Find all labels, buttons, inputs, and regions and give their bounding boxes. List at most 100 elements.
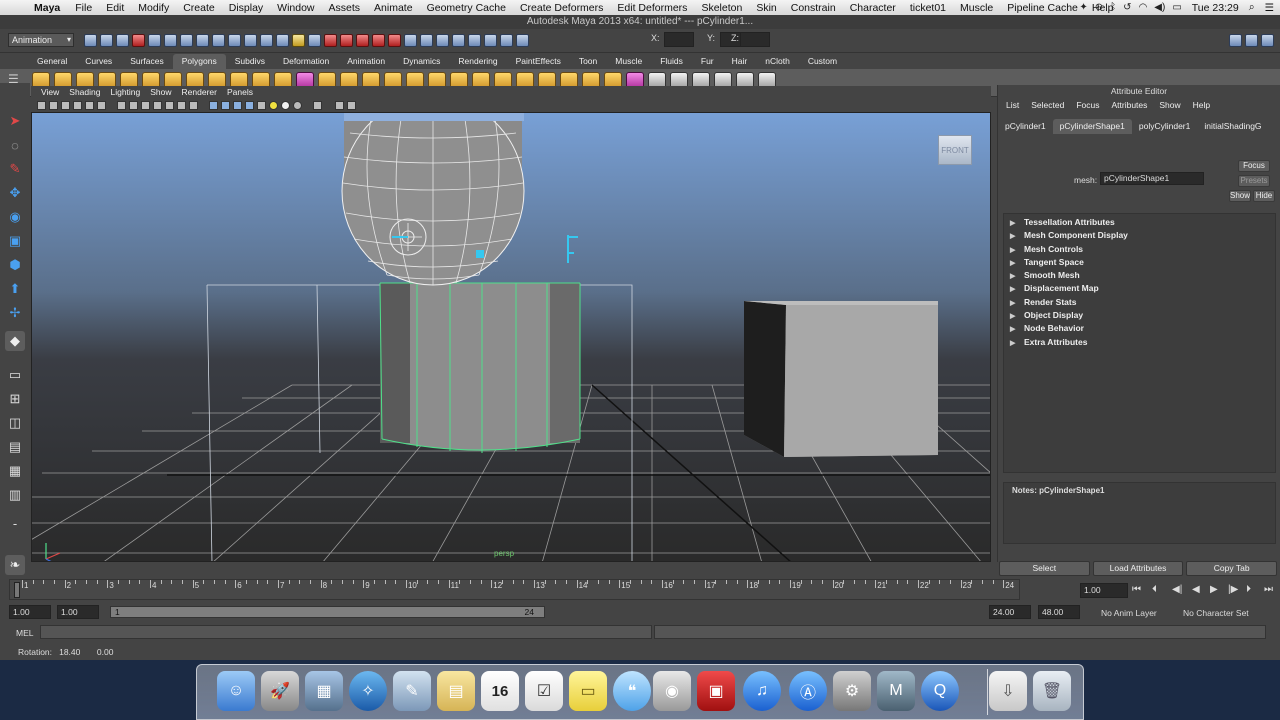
layout-options-icon[interactable]: - (5, 513, 25, 533)
hypershade-layout-icon[interactable]: ▦ (5, 461, 25, 481)
photo-browser-icon[interactable]: ▦ (305, 671, 343, 711)
menu-geometry-cache[interactable]: Geometry Cache (420, 2, 513, 14)
wireframe-icon[interactable] (209, 101, 218, 110)
smooth-shade-icon[interactable] (221, 101, 230, 110)
toggle-tool-settings-icon[interactable] (1245, 34, 1258, 47)
image-plane-icon[interactable] (85, 101, 94, 110)
shelf-tab-curves[interactable]: Curves (76, 54, 121, 69)
make-live-icon[interactable] (388, 34, 401, 47)
x-ray-joints-icon[interactable] (347, 101, 356, 110)
go-to-start-icon[interactable]: ⏮ (1132, 584, 1141, 595)
copy-tab-button[interactable]: Copy Tab (1186, 561, 1278, 576)
notes-area[interactable]: Notes: pCylinderShape1 (1003, 482, 1276, 544)
go-to-end-icon[interactable]: ⏭ (1264, 584, 1273, 595)
menu-animate[interactable]: Animate (367, 2, 420, 14)
messages-icon[interactable]: ❝ (613, 671, 651, 711)
mask-surfaces-icon[interactable] (228, 34, 241, 47)
panel-menu-panels[interactable]: Panels (222, 86, 258, 99)
save-scene-icon[interactable] (116, 34, 129, 47)
lasso-tool-icon[interactable]: ◌ (5, 135, 25, 155)
presets-button[interactable]: Presets (1238, 175, 1270, 187)
launchpad-icon[interactable]: 🚀 (261, 671, 299, 711)
system-preferences-icon[interactable]: ⚙ (833, 671, 871, 711)
reminders-icon[interactable]: ☑ (525, 671, 563, 711)
menu-ticket01[interactable]: ticket01 (903, 2, 953, 14)
mask-deformations-icon[interactable] (244, 34, 257, 47)
show-button[interactable]: Show (1229, 190, 1251, 202)
safe-action-icon[interactable] (177, 101, 186, 110)
range-bar[interactable]: 1 24 (110, 606, 545, 618)
menu-window[interactable]: Window (270, 2, 321, 14)
menu-muscle[interactable]: Muscle (953, 2, 1000, 14)
mask-dynamics-icon[interactable] (260, 34, 273, 47)
select-tool-icon[interactable]: ➤ (5, 111, 25, 131)
menu-create-deformers[interactable]: Create Deformers (513, 2, 610, 14)
ae-tab-initialshadingg[interactable]: initialShadingG (1197, 119, 1268, 134)
hide-button[interactable]: Hide (1253, 190, 1275, 202)
section-tessellation-attributes[interactable]: ▶ Tessellation Attributes (1004, 216, 1275, 229)
shelf-tab-dynamics[interactable]: Dynamics (394, 54, 449, 69)
section-mesh-component-display[interactable]: ▶ Mesh Component Display (1004, 229, 1275, 242)
time-machine-icon[interactable]: ↺ (1123, 2, 1131, 13)
shelf-tab-surfaces[interactable]: Surfaces (121, 54, 173, 69)
new-scene-icon[interactable] (84, 34, 97, 47)
menu-create[interactable]: Create (176, 2, 222, 14)
menu-edit[interactable]: Edit (99, 2, 131, 14)
ae-tab-pcylindershape1[interactable]: pCylinderShape1 (1052, 119, 1132, 134)
output-ops-icon[interactable] (420, 34, 433, 47)
section-extra-attributes[interactable]: ▶ Extra Attributes (1004, 336, 1275, 349)
shelf-tab-general[interactable]: General (28, 54, 76, 69)
outliner-layout-icon[interactable]: ▥ (5, 485, 25, 505)
mesh-name-field[interactable]: pCylinderShape1 (1100, 172, 1204, 185)
textured-icon[interactable] (245, 101, 254, 110)
menu-assets[interactable]: Assets (322, 2, 368, 14)
app-store-icon[interactable]: Ⓐ (789, 671, 827, 711)
section-mesh-controls[interactable]: ▶ Mesh Controls (1004, 243, 1275, 256)
shelf-tab-rendering[interactable]: Rendering (449, 54, 506, 69)
play-forwards-icon[interactable]: ▶ (1210, 584, 1218, 595)
volume-icon[interactable]: ◀) (1154, 2, 1165, 13)
notification-center-icon[interactable]: ☰ (1265, 2, 1274, 14)
select-button[interactable]: Select (999, 561, 1090, 576)
safari-icon[interactable]: ✧ (349, 671, 387, 711)
x-ray-icon[interactable] (335, 101, 344, 110)
wireframe-on-shaded-icon[interactable] (233, 101, 242, 110)
anim-layer-dropdown[interactable]: No Anim Layer (1101, 608, 1157, 618)
ae-menu-focus[interactable]: Focus (1070, 100, 1105, 110)
render-frame-icon[interactable] (468, 34, 481, 47)
perspective-viewport[interactable]: FRONT persp (31, 112, 991, 562)
menu-character[interactable]: Character (843, 2, 903, 14)
resolution-gate-icon[interactable] (141, 101, 150, 110)
step-back-key-icon[interactable]: ◀| (1172, 584, 1182, 595)
shelf-tab-subdivs[interactable]: Subdivs (226, 54, 274, 69)
maya-icon[interactable]: M (877, 671, 915, 711)
rotate-manipulator[interactable] (389, 218, 427, 256)
cube-mesh[interactable] (744, 301, 938, 457)
two-d-pan-zoom-icon[interactable] (97, 101, 106, 110)
camera-attributes-icon[interactable] (61, 101, 70, 110)
section-node-behavior[interactable]: ▶ Node Behavior (1004, 322, 1275, 335)
spotlight-icon[interactable]: ⌕ (1249, 1, 1255, 14)
ae-tab-polycylinder1[interactable]: polyCylinder1 (1132, 119, 1198, 134)
animation-start-field[interactable]: 1.00 (9, 605, 51, 619)
ae-menu-selected[interactable]: Selected (1025, 100, 1070, 110)
menu-set-dropdown[interactable]: Animation ▾ (8, 33, 74, 47)
section-object-display[interactable]: ▶ Object Display (1004, 309, 1275, 322)
battery-icon[interactable]: ▭ (1172, 2, 1181, 13)
gate-mask-icon[interactable] (153, 101, 162, 110)
menu-constrain[interactable]: Constrain (784, 2, 843, 14)
photo-booth-icon[interactable]: ▣ (697, 671, 735, 711)
itunes-icon[interactable]: ♫ (743, 671, 781, 711)
mel-label[interactable]: MEL (16, 628, 33, 638)
rotate-tool-icon[interactable]: ◉ (5, 207, 25, 227)
hypershade-icon[interactable] (516, 34, 529, 47)
paint-select-tool-icon[interactable]: ✎ (5, 159, 25, 179)
film-gate-icon[interactable] (129, 101, 138, 110)
section-tangent-space[interactable]: ▶ Tangent Space (1004, 256, 1275, 269)
input-ops-icon[interactable] (404, 34, 417, 47)
panel-menu-view[interactable]: View (36, 86, 64, 99)
mask-joints-icon[interactable] (196, 34, 209, 47)
app-menu[interactable]: Maya (26, 2, 68, 14)
command-input[interactable] (40, 625, 652, 639)
menu-skin[interactable]: Skin (749, 2, 783, 14)
